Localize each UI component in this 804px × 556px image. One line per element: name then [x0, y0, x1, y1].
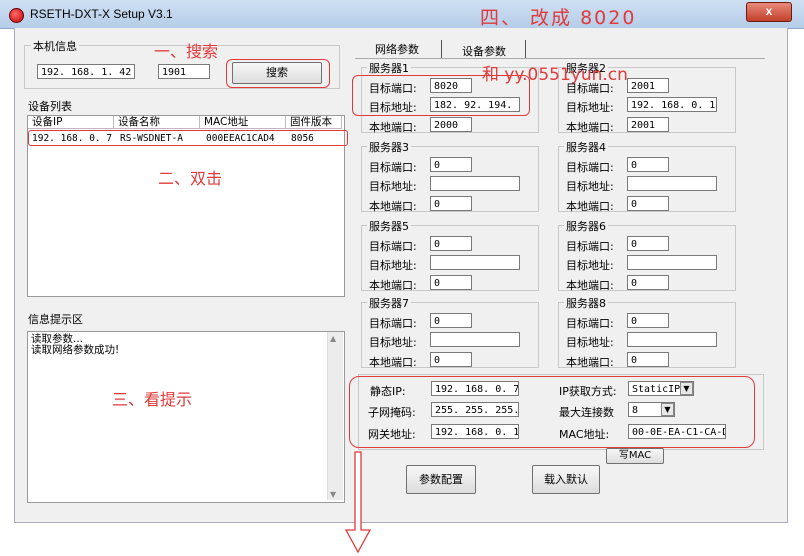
target-port-field[interactable]: 0	[627, 236, 669, 251]
target-addr-field[interactable]	[627, 332, 717, 347]
local-port-field[interactable]: 0	[430, 196, 472, 211]
arrow-down-icon	[344, 451, 372, 554]
target-port-field[interactable]: 0	[430, 313, 472, 328]
search-highlight	[226, 59, 330, 88]
server1-highlight	[352, 75, 530, 116]
target-addr-field[interactable]	[627, 176, 717, 191]
device-list-label: 设备列表	[28, 100, 72, 113]
target-port-label: 目标端口:	[566, 161, 614, 174]
annotation-dblclick: 二、双击	[158, 169, 223, 188]
column-header-firmware[interactable]: 固件版本	[286, 116, 342, 129]
local-port-label: 本地端口:	[369, 121, 417, 134]
local-port-field[interactable]: 0	[627, 196, 669, 211]
close-button[interactable]: x	[746, 2, 792, 22]
local-port-label: 本地端口:	[566, 200, 614, 213]
server-legend: 服务器5	[367, 218, 411, 234]
annotation-hint: 三、看提示	[112, 390, 193, 409]
server-legend: 服务器1	[367, 60, 411, 76]
target-port-label: 目标端口:	[369, 161, 417, 174]
tab-separator	[441, 40, 442, 58]
tab-underline	[355, 58, 765, 59]
server-legend: 服务器3	[367, 139, 411, 155]
local-port-field[interactable]: 0	[430, 352, 472, 367]
target-addr-field[interactable]	[430, 332, 520, 347]
target-port-field[interactable]: 2001	[627, 78, 669, 93]
annotation-search: 一、搜索	[154, 42, 219, 61]
network-highlight	[349, 376, 755, 448]
local-port-field[interactable]: 2000	[430, 117, 472, 132]
target-port-field[interactable]: 0	[430, 236, 472, 251]
column-header-name[interactable]: 设备名称	[114, 116, 200, 129]
tab-device-params[interactable]: 设备参数	[462, 43, 506, 59]
target-addr-label: 目标地址:	[566, 180, 614, 193]
target-addr-field[interactable]	[627, 255, 717, 270]
local-port-label: 本地端口:	[369, 200, 417, 213]
target-addr-label: 目标地址:	[566, 101, 614, 114]
load-default-button[interactable]: 载入默认	[532, 465, 600, 494]
row-highlight	[28, 130, 348, 146]
info-area-label: 信息提示区	[28, 313, 83, 326]
target-port-label: 目标端口:	[369, 240, 417, 253]
target-addr-label: 目标地址:	[566, 259, 614, 272]
target-addr-field[interactable]	[430, 176, 520, 191]
target-port-field[interactable]: 0	[627, 313, 669, 328]
server-legend: 服务器6	[564, 218, 608, 234]
tab-network-params[interactable]: 网络参数	[375, 41, 419, 57]
config-button[interactable]: 参数配置	[406, 465, 476, 494]
local-port-field[interactable]: 0	[627, 352, 669, 367]
write-mac-button[interactable]: 写MAC	[606, 448, 664, 464]
local-port-field[interactable]: 0	[430, 275, 472, 290]
local-port-label: 本地端口:	[566, 356, 614, 369]
local-port-label: 本地端口:	[369, 356, 417, 369]
scroll-down-icon[interactable]: ▼	[330, 490, 336, 499]
server-legend: 服务器7	[367, 295, 411, 311]
local-port-label: 本地端口:	[566, 279, 614, 292]
local-port-field[interactable]: 0	[627, 275, 669, 290]
target-port-label: 目标端口:	[566, 240, 614, 253]
info-message-box[interactable]	[27, 331, 345, 503]
local-port-field[interactable]: 1901	[158, 64, 210, 79]
local-info-legend: 本机信息	[31, 38, 79, 54]
target-port-field[interactable]: 0	[627, 157, 669, 172]
window-title: RSETH-DXT-X Setup V3.1	[30, 7, 173, 21]
tab-separator	[525, 40, 526, 58]
scroll-up-icon[interactable]: ▲	[330, 334, 336, 343]
target-addr-field[interactable]	[430, 255, 520, 270]
local-port-label: 本地端口:	[566, 121, 614, 134]
target-addr-label: 目标地址:	[369, 180, 417, 193]
target-addr-label: 目标地址:	[566, 336, 614, 349]
target-port-field[interactable]: 0	[430, 157, 472, 172]
target-addr-label: 目标地址:	[369, 336, 417, 349]
column-header-ip[interactable]: 设备IP	[28, 116, 114, 129]
server-legend: 服务器8	[564, 295, 608, 311]
target-addr-field[interactable]: 192. 168. 0. 166	[627, 97, 717, 112]
target-addr-label: 目标地址:	[369, 259, 417, 272]
local-port-field[interactable]: 2001	[627, 117, 669, 132]
target-port-label: 目标端口:	[566, 317, 614, 330]
local-ip-field[interactable]: 192. 168. 1. 42	[37, 64, 135, 79]
app-icon	[9, 8, 24, 23]
server-legend: 服务器4	[564, 139, 608, 155]
info-line: 读取网络参数成功!	[31, 344, 120, 356]
target-port-label: 目标端口:	[369, 317, 417, 330]
column-header-mac[interactable]: MAC地址	[200, 116, 286, 129]
local-port-label: 本地端口:	[369, 279, 417, 292]
annotation-change: 四、 改成 8020	[480, 7, 637, 29]
